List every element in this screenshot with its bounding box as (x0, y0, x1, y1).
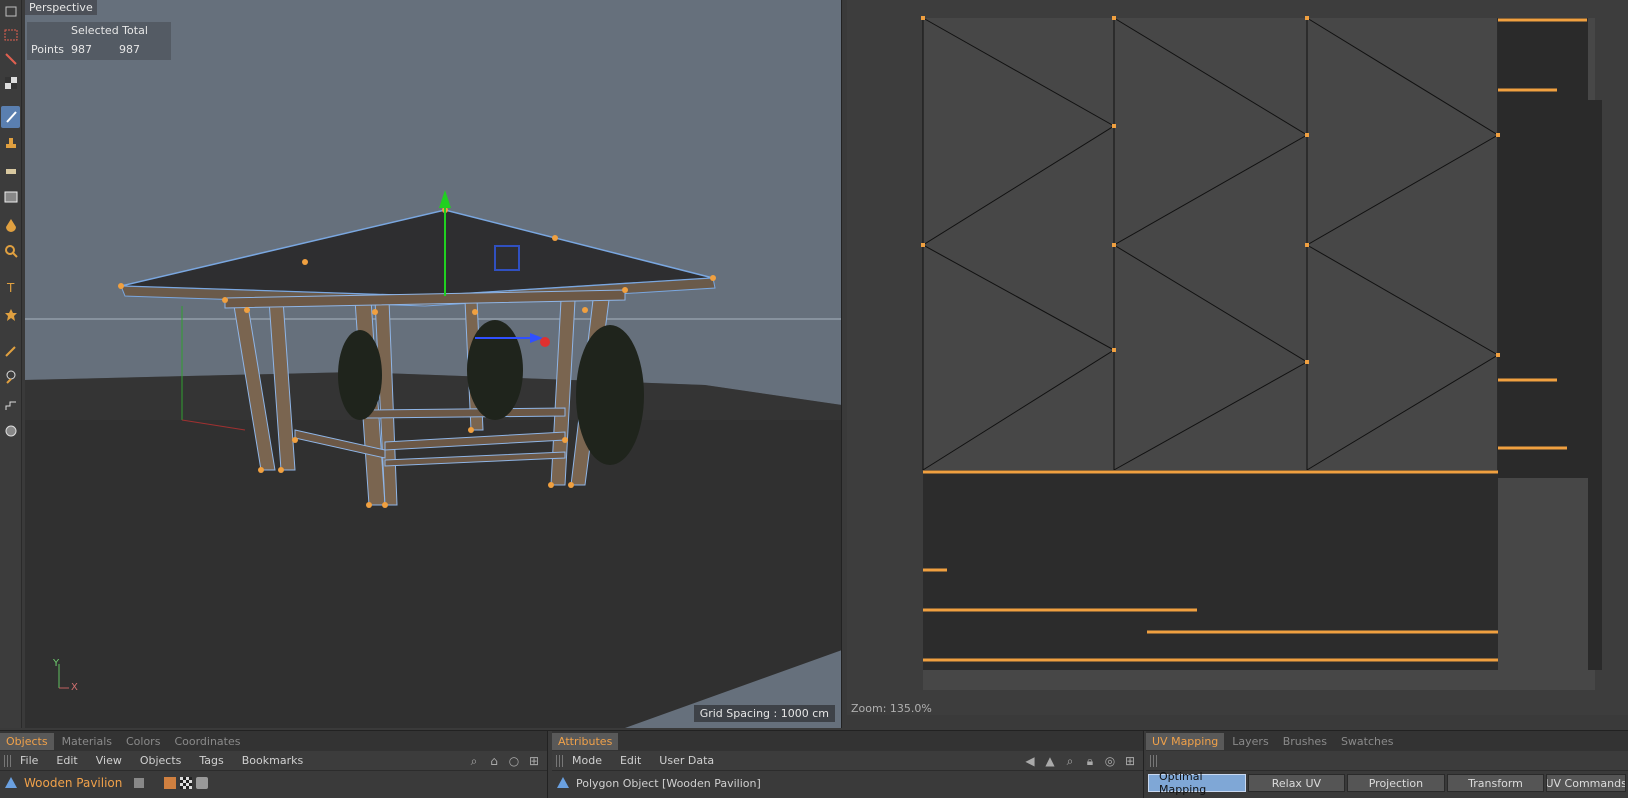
paint-brush-icon[interactable] (1, 106, 20, 128)
text-tool-icon[interactable]: T (1, 276, 20, 298)
uv-mapping-manager: UV Mapping Layers Brushes Swatches Optim… (1146, 731, 1628, 798)
objects-tabs: Objects Materials Colors Coordinates (0, 731, 547, 751)
hud-selected-value: 987 (71, 43, 92, 56)
target-icon[interactable]: ◎ (1103, 754, 1117, 768)
new-window-icon[interactable]: ⊞ (1123, 754, 1137, 768)
cinema4d-window: T Perspective Selected Total Points 987 … (0, 0, 1628, 798)
tab-brushes[interactable]: Brushes (1277, 733, 1333, 750)
tab-swatches[interactable]: Swatches (1335, 733, 1400, 750)
fill-drop-icon[interactable] (1, 214, 20, 236)
live-select-icon[interactable] (1, 48, 20, 70)
search-icon[interactable]: ⌕ (1063, 754, 1077, 768)
undo-icon[interactable] (1, 0, 20, 22)
menu-view[interactable]: View (96, 754, 122, 767)
tab-layers[interactable]: Layers (1226, 733, 1274, 750)
grip-icon (556, 754, 564, 767)
manager-area: Objects Materials Colors Coordinates Fil… (0, 730, 1628, 798)
attributes-toolbar-icons: ◀ ▲ ⌕ 🔒︎ ◎ ⊞ (1023, 754, 1137, 768)
settings-knob-icon[interactable] (1, 420, 20, 442)
grid-spacing-readout: Grid Spacing : 1000 cm (693, 705, 835, 722)
tab-uv-mapping[interactable]: UV Mapping (1146, 732, 1225, 750)
up-arrow-icon[interactable]: ▲ (1043, 754, 1057, 768)
object-name: Wooden Pavilion (24, 776, 123, 790)
polygon-object-icon (5, 777, 17, 788)
lock-icon[interactable]: 🔒︎ (1083, 754, 1097, 768)
menu-edit[interactable]: Edit (56, 754, 77, 767)
uv-commands-button[interactable]: UV Commands (1546, 774, 1626, 792)
uv-zoom-readout: Zoom: 135.0% (851, 702, 932, 715)
objects-toolbar-icons: ⌕ ⌂ ○ ⊞ (467, 754, 541, 768)
tab-coordinates[interactable]: Coordinates (168, 733, 246, 750)
viewport-title[interactable]: Perspective (25, 0, 97, 15)
tab-objects[interactable]: Objects (0, 732, 54, 750)
tab-colors[interactable]: Colors (120, 733, 166, 750)
projection-button[interactable]: Projection (1347, 774, 1445, 792)
attributes-object-row: Polygon Object [Wooden Pavilion] (552, 771, 1143, 795)
objects-manager: Objects Materials Colors Coordinates Fil… (0, 731, 548, 798)
relax-uv-button[interactable]: Relax UV (1247, 774, 1346, 792)
menu-bookmarks[interactable]: Bookmarks (242, 754, 303, 767)
eraser-icon[interactable] (1, 160, 20, 182)
selection-hud: Selected Total Points 987 987 (27, 22, 171, 60)
menu-objects[interactable]: Objects (140, 754, 182, 767)
object-row-wooden-pavilion[interactable]: Wooden Pavilion (0, 771, 547, 795)
home-icon[interactable]: ⌂ (487, 754, 501, 768)
hud-header: Selected Total (71, 24, 148, 37)
material-tag-icon[interactable] (196, 777, 209, 789)
optimal-mapping-button[interactable]: Optimal Mapping (1148, 770, 1246, 796)
menu-file[interactable]: File (20, 754, 38, 767)
corner-axis-y-label: Y (53, 658, 60, 669)
polygon-object-icon (557, 777, 569, 788)
tab-attributes[interactable]: Attributes (552, 732, 619, 750)
clone-icon[interactable] (1, 366, 20, 388)
tab-materials[interactable]: Materials (56, 733, 118, 750)
search-icon[interactable]: ⌕ (467, 754, 481, 768)
svg-text:T: T (6, 281, 15, 294)
uv-command-row: Optimal Mapping Relax UV Projection Tran… (1146, 770, 1628, 796)
stamp-icon[interactable] (1, 132, 20, 154)
visibility-toggle-icon[interactable] (134, 778, 145, 788)
tool-palette: T (0, 0, 22, 728)
hud-total-value: 987 (119, 43, 140, 56)
back-arrow-icon[interactable]: ◀ (1023, 754, 1037, 768)
attributes-manager: Attributes Mode Edit User Data ◀ ▲ ⌕ 🔒︎ … (552, 731, 1144, 798)
checker-tag-icon[interactable] (180, 777, 193, 789)
uvw-tag-icon[interactable] (164, 777, 177, 789)
transform-button[interactable]: Transform (1446, 774, 1545, 792)
menu-mode[interactable]: Mode (572, 754, 602, 767)
uv-tabs: UV Mapping Layers Brushes Swatches (1146, 731, 1628, 751)
attributes-object-label: Polygon Object [Wooden Pavilion] (576, 776, 761, 790)
uv-menubar (1146, 751, 1628, 771)
uv-mesh (921, 16, 1602, 690)
rectangle-select-icon[interactable] (1, 24, 20, 46)
menu-attr-edit[interactable]: Edit (620, 754, 641, 767)
grip-icon (1150, 754, 1158, 767)
scale-icon[interactable] (1, 394, 20, 416)
new-window-icon[interactable]: ⊞ (527, 754, 541, 768)
objects-menubar: File Edit View Objects Tags Bookmarks (0, 751, 547, 771)
checker-icon[interactable] (1, 72, 20, 94)
lock-icon[interactable]: ○ (507, 754, 521, 768)
corner-axis-x-label: X (71, 682, 78, 693)
star-icon[interactable] (1, 304, 20, 326)
magnifier-icon[interactable] (1, 240, 20, 262)
perspective-viewport[interactable]: Perspective Selected Total Points 987 98… (25, 0, 842, 728)
menu-tags[interactable]: Tags (199, 754, 223, 767)
gradient-icon[interactable] (1, 186, 20, 208)
scene-render (25, 190, 841, 728)
menu-user-data[interactable]: User Data (659, 754, 714, 767)
uv-editor-viewport[interactable]: Zoom: 135.0% (847, 0, 1628, 715)
eyedropper-icon[interactable] (1, 340, 20, 362)
hud-points-label: Points (31, 43, 65, 56)
attributes-tabs: Attributes (552, 731, 1143, 751)
grip-icon (4, 754, 12, 767)
